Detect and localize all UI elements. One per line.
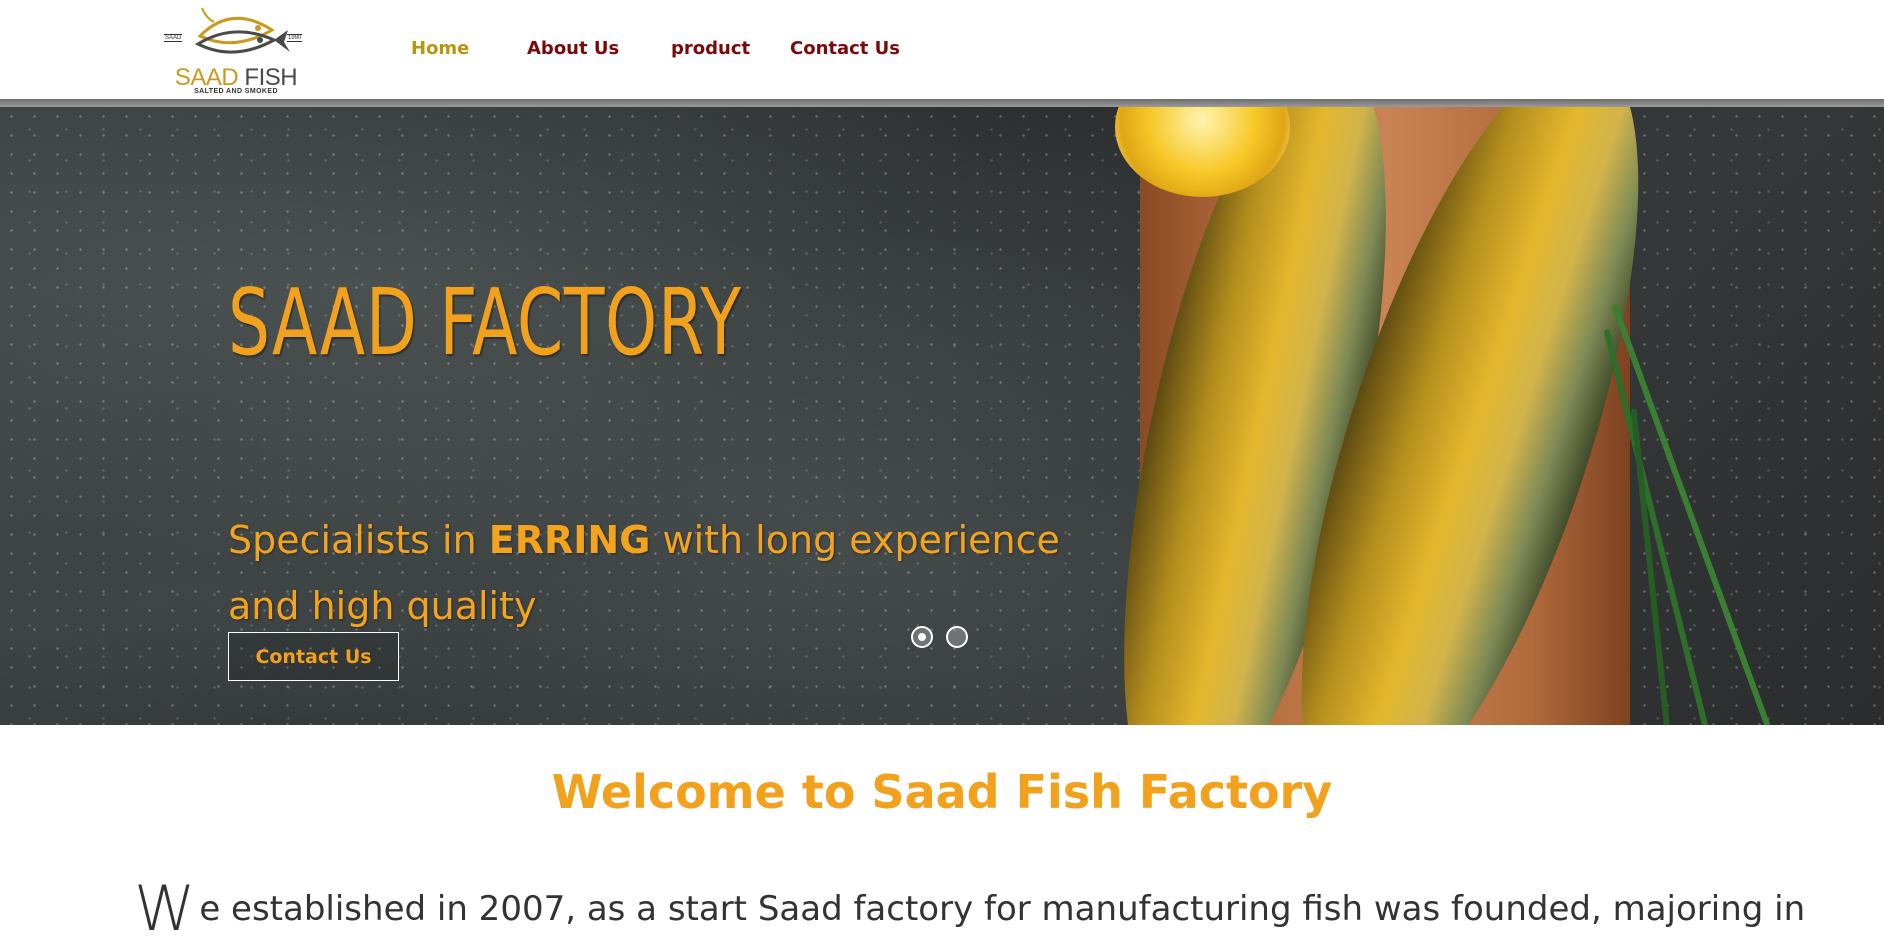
intro-dropcap: W (134, 872, 196, 945)
slider-dots (911, 626, 968, 648)
hero-subtitle: Specialists in ERRING with long experien… (228, 507, 1108, 639)
saad-fish-logo[interactable]: SAAD 1990 SAAD FISH SALTED AND SMOKED (162, 4, 306, 96)
logo-tag-left: SAAD (164, 34, 183, 42)
site-header: SAAD 1990 SAAD FISH SALTED AND SMOKED Ho… (0, 0, 1884, 99)
welcome-heading: Welcome to Saad Fish Factory (551, 765, 1333, 819)
hero-subtitle-highlight: ERRING (488, 518, 651, 562)
intro-paragraph: We established in 2007, as a start Saad … (134, 872, 1805, 945)
header-divider (0, 99, 1884, 107)
slider-dot-2[interactable] (946, 626, 968, 648)
nav-item-home[interactable]: Home (411, 38, 469, 59)
hero-contact-button[interactable]: Contact Us (228, 632, 399, 681)
logo-brand-second: FISH (244, 64, 298, 91)
nav-item-contact-us[interactable]: Contact Us (790, 38, 900, 59)
logo-brand-first: SAAD (174, 64, 239, 91)
hero-subtitle-prefix: Specialists in (228, 518, 489, 562)
nav-item-about-us[interactable]: About Us (527, 38, 619, 59)
fish-logo-icon (194, 7, 290, 54)
hero-slider: SAAD FACTORY Specialists in ERRING with … (0, 107, 1884, 725)
nav-item-product[interactable]: product (671, 38, 750, 59)
logo-tag-right: 1990 (287, 34, 303, 42)
intro-text: e established in 2007, as a start Saad f… (199, 889, 1806, 929)
slider-dot-1[interactable] (911, 626, 933, 648)
logo-tagline: SALTED AND SMOKED (194, 88, 278, 95)
hero-title: SAAD FACTORY (228, 269, 742, 376)
